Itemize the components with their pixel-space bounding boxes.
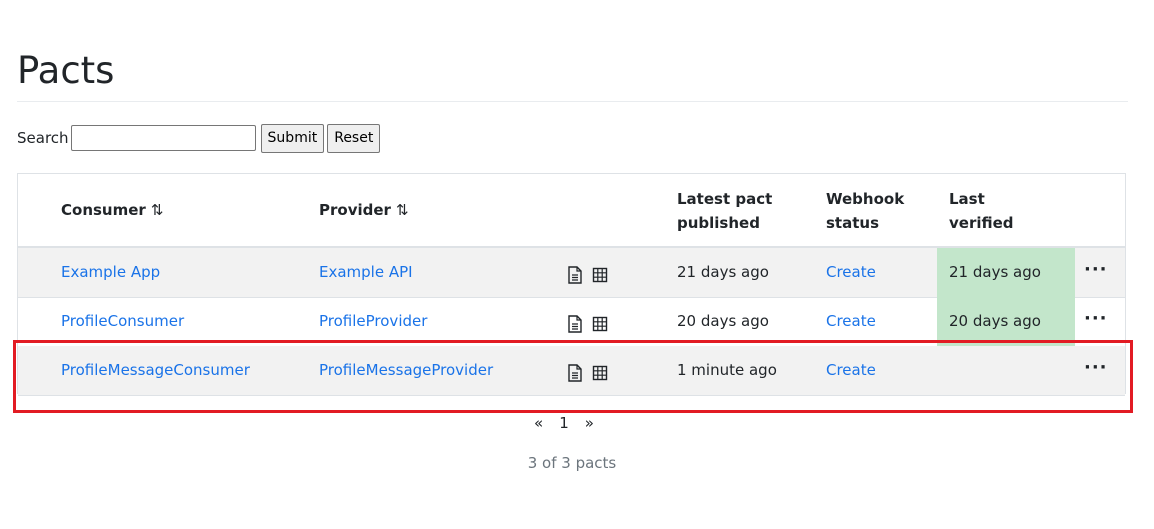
webhook-create-link[interactable]: Create <box>826 361 876 379</box>
sort-icon[interactable]: ⇅ <box>396 198 409 222</box>
header-provider[interactable]: Provider ⇅ <box>319 198 409 222</box>
webhook-create-link[interactable]: Create <box>826 263 876 281</box>
submit-button[interactable]: Submit <box>260 123 325 153</box>
table-header: Consumer ⇅ Provider ⇅ Latest pact publis… <box>18 174 1125 248</box>
pact-icons <box>567 266 608 284</box>
latest-published: 1 minute ago <box>677 361 777 379</box>
title-divider <box>17 101 1128 102</box>
search-input[interactable] <box>70 125 256 151</box>
more-options-icon[interactable]: ··· <box>1084 346 1108 395</box>
document-icon[interactable] <box>567 266 583 284</box>
header-latest-line1: Latest pact <box>677 190 773 208</box>
consumer-link[interactable]: Example App <box>61 263 160 281</box>
reset-button[interactable]: Reset <box>327 123 381 153</box>
search-form: Search Submit Reset <box>17 123 383 153</box>
pagination-status: 3 of 3 pacts <box>527 454 617 472</box>
table-row: Example App Example API 21 days ago Crea… <box>18 248 1125 298</box>
latest-published: 20 days ago <box>677 312 769 330</box>
header-webhook-status: Webhook status <box>826 187 936 235</box>
last-verified: 20 days ago <box>949 312 1041 330</box>
consumer-link[interactable]: ProfileMessageConsumer <box>61 361 250 379</box>
consumer-link[interactable]: ProfileConsumer <box>61 312 184 330</box>
header-consumer-label: Consumer <box>61 201 146 219</box>
header-provider-label: Provider <box>319 201 391 219</box>
header-verified-line2: verified <box>949 214 1014 232</box>
more-options-icon[interactable]: ··· <box>1084 297 1108 346</box>
provider-link[interactable]: ProfileMessageProvider <box>319 361 493 379</box>
header-last-verified: Last verified <box>949 187 1059 235</box>
last-verified: 21 days ago <box>949 263 1041 281</box>
page-number-link[interactable]: 1 <box>559 412 569 434</box>
webhook-create-link[interactable]: Create <box>826 312 876 330</box>
document-icon[interactable] <box>567 315 583 333</box>
provider-link[interactable]: ProfileProvider <box>319 312 427 330</box>
matrix-icon[interactable] <box>592 266 608 284</box>
sort-icon[interactable]: ⇅ <box>151 198 164 222</box>
header-consumer[interactable]: Consumer ⇅ <box>61 198 163 222</box>
more-options-icon[interactable]: ··· <box>1084 248 1108 297</box>
table-row: ProfileConsumer ProfileProvider 20 days … <box>18 297 1125 347</box>
header-latest-line2: published <box>677 214 760 232</box>
prev-page-link[interactable]: « <box>534 412 543 434</box>
next-page-link[interactable]: » <box>585 412 594 434</box>
header-latest-pact: Latest pact published <box>677 187 787 235</box>
document-icon[interactable] <box>567 364 583 382</box>
pact-icons <box>567 315 608 333</box>
matrix-icon[interactable] <box>592 364 608 382</box>
header-verified-line1: Last <box>949 190 985 208</box>
page-title: Pacts <box>17 49 115 92</box>
search-label: Search <box>17 129 69 147</box>
pagination: « 1 » <box>534 412 594 434</box>
header-webhook-line1: Webhook <box>826 190 905 208</box>
table-row: ProfileMessageConsumer ProfileMessagePro… <box>18 346 1125 396</box>
latest-published: 21 days ago <box>677 263 769 281</box>
header-webhook-line2: status <box>826 214 879 232</box>
pacts-table: Consumer ⇅ Provider ⇅ Latest pact publis… <box>17 173 1126 396</box>
matrix-icon[interactable] <box>592 315 608 333</box>
provider-link[interactable]: Example API <box>319 263 413 281</box>
pact-icons <box>567 364 608 382</box>
